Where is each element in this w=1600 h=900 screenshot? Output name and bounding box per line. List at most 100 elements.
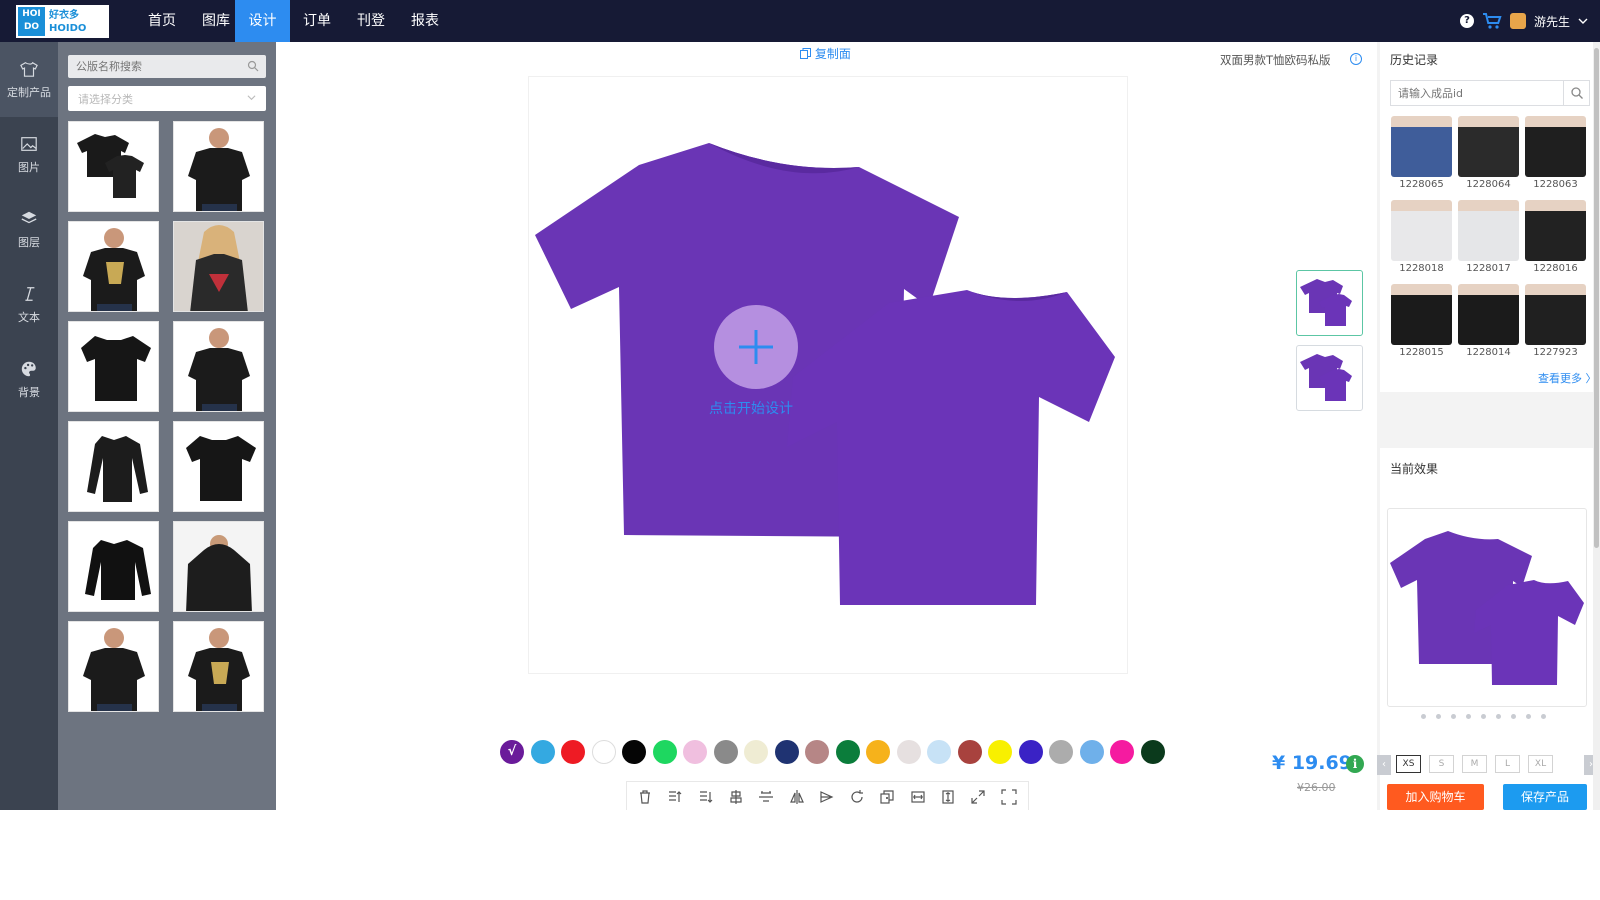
page-dot[interactable] [1421, 714, 1426, 719]
color-swatch[interactable] [1049, 740, 1073, 764]
align-center-icon[interactable] [728, 789, 744, 805]
color-swatch[interactable] [1018, 740, 1043, 764]
view-more-link[interactable]: 查看更多 〉 [1538, 370, 1597, 386]
user-name[interactable]: 游先生 [1534, 13, 1570, 30]
product-thumbnail-black-longsleeve[interactable] [68, 421, 159, 512]
chevron-down-icon[interactable] [1578, 17, 1588, 25]
face-thumb-front[interactable] [1296, 270, 1363, 336]
align-middle-icon[interactable] [758, 789, 774, 805]
color-swatch[interactable] [805, 740, 829, 764]
product-thumbnail-black-tee-double[interactable] [68, 121, 159, 212]
color-swatch[interactable] [622, 740, 646, 764]
rail-item-products[interactable]: 定制产品 [0, 42, 58, 117]
color-swatch[interactable] [896, 740, 921, 764]
page-dot[interactable] [1541, 714, 1546, 719]
history-search-input[interactable] [1391, 81, 1559, 105]
page-dot[interactable] [1526, 714, 1531, 719]
face-thumb-back[interactable] [1296, 345, 1363, 411]
size-option-xs[interactable]: XS [1396, 755, 1421, 773]
user-avatar[interactable] [1509, 13, 1526, 29]
save-product-button[interactable]: 保存产品 [1503, 784, 1587, 810]
size-prev-button[interactable]: ‹ [1377, 755, 1391, 775]
help-icon[interactable]: ? [1459, 14, 1474, 28]
start-design-label[interactable]: 点击开始设计 [709, 398, 793, 418]
scrollbar-thumb[interactable] [1594, 48, 1599, 548]
history-search-button[interactable] [1563, 81, 1589, 105]
flip-horizontal-icon[interactable] [789, 789, 805, 805]
price-info-icon[interactable]: i [1346, 755, 1364, 773]
product-thumbnail-black-tee-model-2[interactable] [173, 321, 264, 412]
color-swatch[interactable] [713, 740, 738, 764]
history-item[interactable]: 1228065 [1391, 116, 1452, 190]
color-swatch[interactable] [561, 740, 585, 764]
color-swatch[interactable] [988, 740, 1012, 764]
rotate-icon[interactable] [849, 789, 865, 805]
bring-forward-icon[interactable] [667, 789, 683, 805]
color-swatch[interactable] [957, 740, 982, 764]
color-swatch[interactable] [591, 740, 616, 764]
nav-item-listing[interactable]: 刊登 [344, 0, 398, 42]
color-swatch[interactable] [1110, 740, 1134, 764]
color-swatch[interactable] [927, 740, 951, 764]
rail-item-images[interactable]: 图片 [0, 117, 58, 192]
color-swatch[interactable] [530, 740, 555, 764]
history-item[interactable]: 1228017 [1458, 200, 1519, 274]
rail-item-text[interactable]: 文本 [0, 267, 58, 342]
history-item[interactable]: 1228018 [1391, 200, 1452, 274]
history-item[interactable]: 1228016 [1525, 200, 1586, 274]
page-dot[interactable] [1511, 714, 1516, 719]
history-item[interactable]: 1228063 [1525, 116, 1586, 190]
product-thumbnail-graphic-tee-woman[interactable] [173, 221, 264, 312]
color-swatch[interactable] [652, 740, 677, 764]
size-option-xl[interactable]: XL [1528, 755, 1553, 773]
page-dot[interactable] [1496, 714, 1501, 719]
search-icon[interactable] [247, 60, 259, 72]
product-thumbnail-black-sweatshirt[interactable] [68, 521, 159, 612]
product-thumbnail-black-tee-model[interactable] [173, 121, 264, 212]
info-icon[interactable]: i [1350, 53, 1362, 65]
design-stage[interactable] [528, 76, 1128, 674]
page-dot[interactable] [1466, 714, 1471, 719]
trash-icon[interactable] [637, 789, 653, 805]
history-item[interactable]: 1228014 [1458, 284, 1519, 358]
product-thumbnail-black-tee-print-model[interactable] [68, 221, 159, 312]
rail-item-background[interactable]: 背景 [0, 342, 58, 417]
fullscreen-icon[interactable] [1000, 789, 1017, 805]
nav-item-design[interactable]: 设计 [235, 0, 290, 42]
page-scrollbar[interactable] [1593, 42, 1600, 810]
size-option-m[interactable]: M [1462, 755, 1487, 773]
product-thumbnail-black-tee-flat[interactable] [68, 321, 159, 412]
nav-item-reports[interactable]: 报表 [398, 0, 452, 42]
fit-width-icon[interactable] [910, 789, 926, 805]
template-search-input[interactable] [68, 55, 238, 78]
category-select[interactable]: 请选择分类 [68, 86, 266, 111]
history-item[interactable]: 1227923 [1525, 284, 1586, 358]
size-option-l[interactable]: L [1495, 755, 1520, 773]
duplicate-icon[interactable] [879, 789, 895, 805]
color-swatch[interactable] [744, 740, 768, 764]
page-dot[interactable] [1451, 714, 1456, 719]
color-swatch[interactable] [774, 740, 799, 764]
color-swatch[interactable] [1079, 740, 1104, 764]
size-option-s[interactable]: S [1429, 755, 1454, 773]
color-swatch[interactable] [683, 740, 707, 764]
flip-vertical-icon[interactable] [819, 789, 835, 805]
product-thumbnail-black-vneck[interactable] [173, 421, 264, 512]
cart-icon[interactable] [1482, 12, 1502, 30]
color-swatch[interactable] [866, 740, 890, 764]
nav-item-orders[interactable]: 订单 [290, 0, 344, 42]
color-swatch[interactable] [835, 740, 860, 764]
product-thumbnail-you-sus-tee-model[interactable] [173, 621, 264, 712]
start-design-button[interactable] [714, 305, 798, 389]
history-item[interactable]: 1228015 [1391, 284, 1452, 358]
send-backward-icon[interactable] [698, 789, 714, 805]
product-thumbnail-black-hoodie-model[interactable] [173, 521, 264, 612]
page-dot[interactable] [1481, 714, 1486, 719]
history-item[interactable]: 1228064 [1458, 116, 1519, 190]
nav-item-home[interactable]: 首页 [135, 0, 189, 42]
fit-height-icon[interactable] [940, 789, 956, 805]
rail-item-layers[interactable]: 图层 [0, 192, 58, 267]
add-to-cart-button[interactable]: 加入购物车 [1387, 784, 1484, 810]
expand-icon[interactable] [970, 789, 986, 805]
color-swatch[interactable] [1140, 740, 1165, 764]
